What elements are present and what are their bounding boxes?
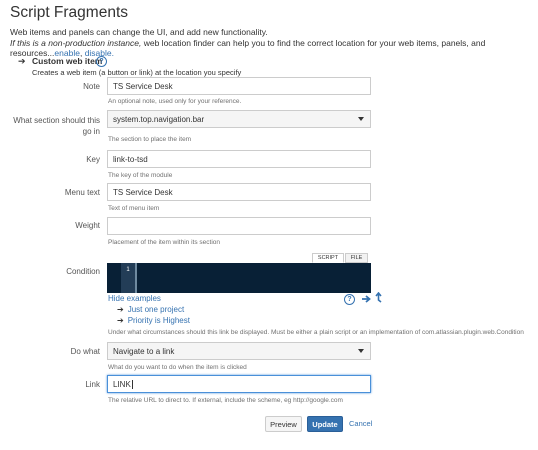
line-number: 1: [126, 267, 130, 273]
note-field[interactable]: TS Service Desk: [107, 77, 371, 95]
arrow-icon: ➔: [117, 316, 124, 325]
section-select[interactable]: system.top.navigation.bar: [107, 110, 371, 128]
weight-description: Placement of the item within its section: [108, 239, 220, 246]
section-title: Custom web item: [32, 56, 103, 66]
cancel-link[interactable]: Cancel: [349, 419, 372, 428]
key-field[interactable]: link-to-tsd: [107, 150, 371, 168]
condition-code-editor[interactable]: 1: [107, 263, 371, 293]
example-item: ➔ Priority is Highest: [117, 316, 190, 325]
arrow-icon: ➔: [117, 305, 124, 314]
section-select-value: system.top.navigation.bar: [113, 114, 205, 124]
example-link[interactable]: Just one project: [128, 305, 184, 314]
note-description: An optional note, used only for your ref…: [108, 98, 242, 105]
arrow-right-icon[interactable]: [361, 294, 372, 304]
condition-description: Under what circumstances should this lin…: [108, 329, 524, 336]
chevron-down-icon: [358, 117, 364, 121]
key-label: Key: [86, 155, 100, 164]
arrow-icon: ➔: [18, 56, 26, 66]
chevron-down-icon: [358, 349, 364, 353]
arrow-up-right-icon[interactable]: [374, 292, 383, 304]
weight-label: Weight: [75, 221, 100, 230]
example-link[interactable]: Priority is Highest: [128, 316, 190, 325]
condition-label: Condition: [66, 267, 100, 276]
intro-text: Web items and panels can change the UI, …: [10, 27, 268, 37]
link-label: Link: [85, 380, 100, 389]
page-title: Script Fragments: [10, 4, 129, 21]
editor-cursor: [135, 263, 137, 293]
hide-examples-link[interactable]: Hide examples: [108, 294, 161, 303]
do-what-value: Navigate to a link: [113, 346, 175, 356]
tab-file[interactable]: FILE: [345, 253, 368, 263]
note-value: TS Service Desk: [113, 81, 173, 91]
menu-text-label: Menu text: [64, 188, 100, 197]
menu-text-description: Text of menu item: [108, 205, 160, 212]
web-location-finder-note: If this is a non-production instance, we…: [10, 38, 538, 58]
do-what-description: What do you want to do when the item is …: [108, 364, 247, 371]
link-value: LINK: [113, 379, 131, 389]
key-description: The key of the module: [108, 172, 173, 179]
link-field[interactable]: LINK: [107, 375, 371, 393]
link-description: The relative URL to direct to. If extern…: [108, 397, 343, 404]
key-value: link-to-tsd: [113, 154, 148, 164]
preview-button[interactable]: Preview: [265, 416, 302, 432]
section-description: Creates a web item (a button or link) at…: [32, 68, 242, 77]
section-description-text: The section to place the item: [108, 136, 192, 143]
section-label: What section should this go in: [13, 116, 100, 136]
menu-text-value: TS Service Desk: [113, 187, 173, 197]
do-what-label: Do what: [70, 347, 100, 356]
weight-field[interactable]: [107, 217, 371, 235]
non-production-note: If this is a non-production instance,: [10, 38, 142, 48]
help-icon[interactable]: ?: [344, 294, 355, 305]
text-cursor: [131, 379, 133, 389]
line-number-gutter: 1: [121, 263, 135, 293]
update-button[interactable]: Update: [307, 416, 343, 432]
help-icon[interactable]: ?: [96, 56, 107, 67]
tab-script[interactable]: SCRIPT: [312, 253, 344, 263]
menu-text-field[interactable]: TS Service Desk: [107, 183, 371, 201]
do-what-select[interactable]: Navigate to a link: [107, 342, 371, 360]
note-label: Note: [83, 82, 100, 91]
example-item: ➔ Just one project: [117, 305, 184, 314]
